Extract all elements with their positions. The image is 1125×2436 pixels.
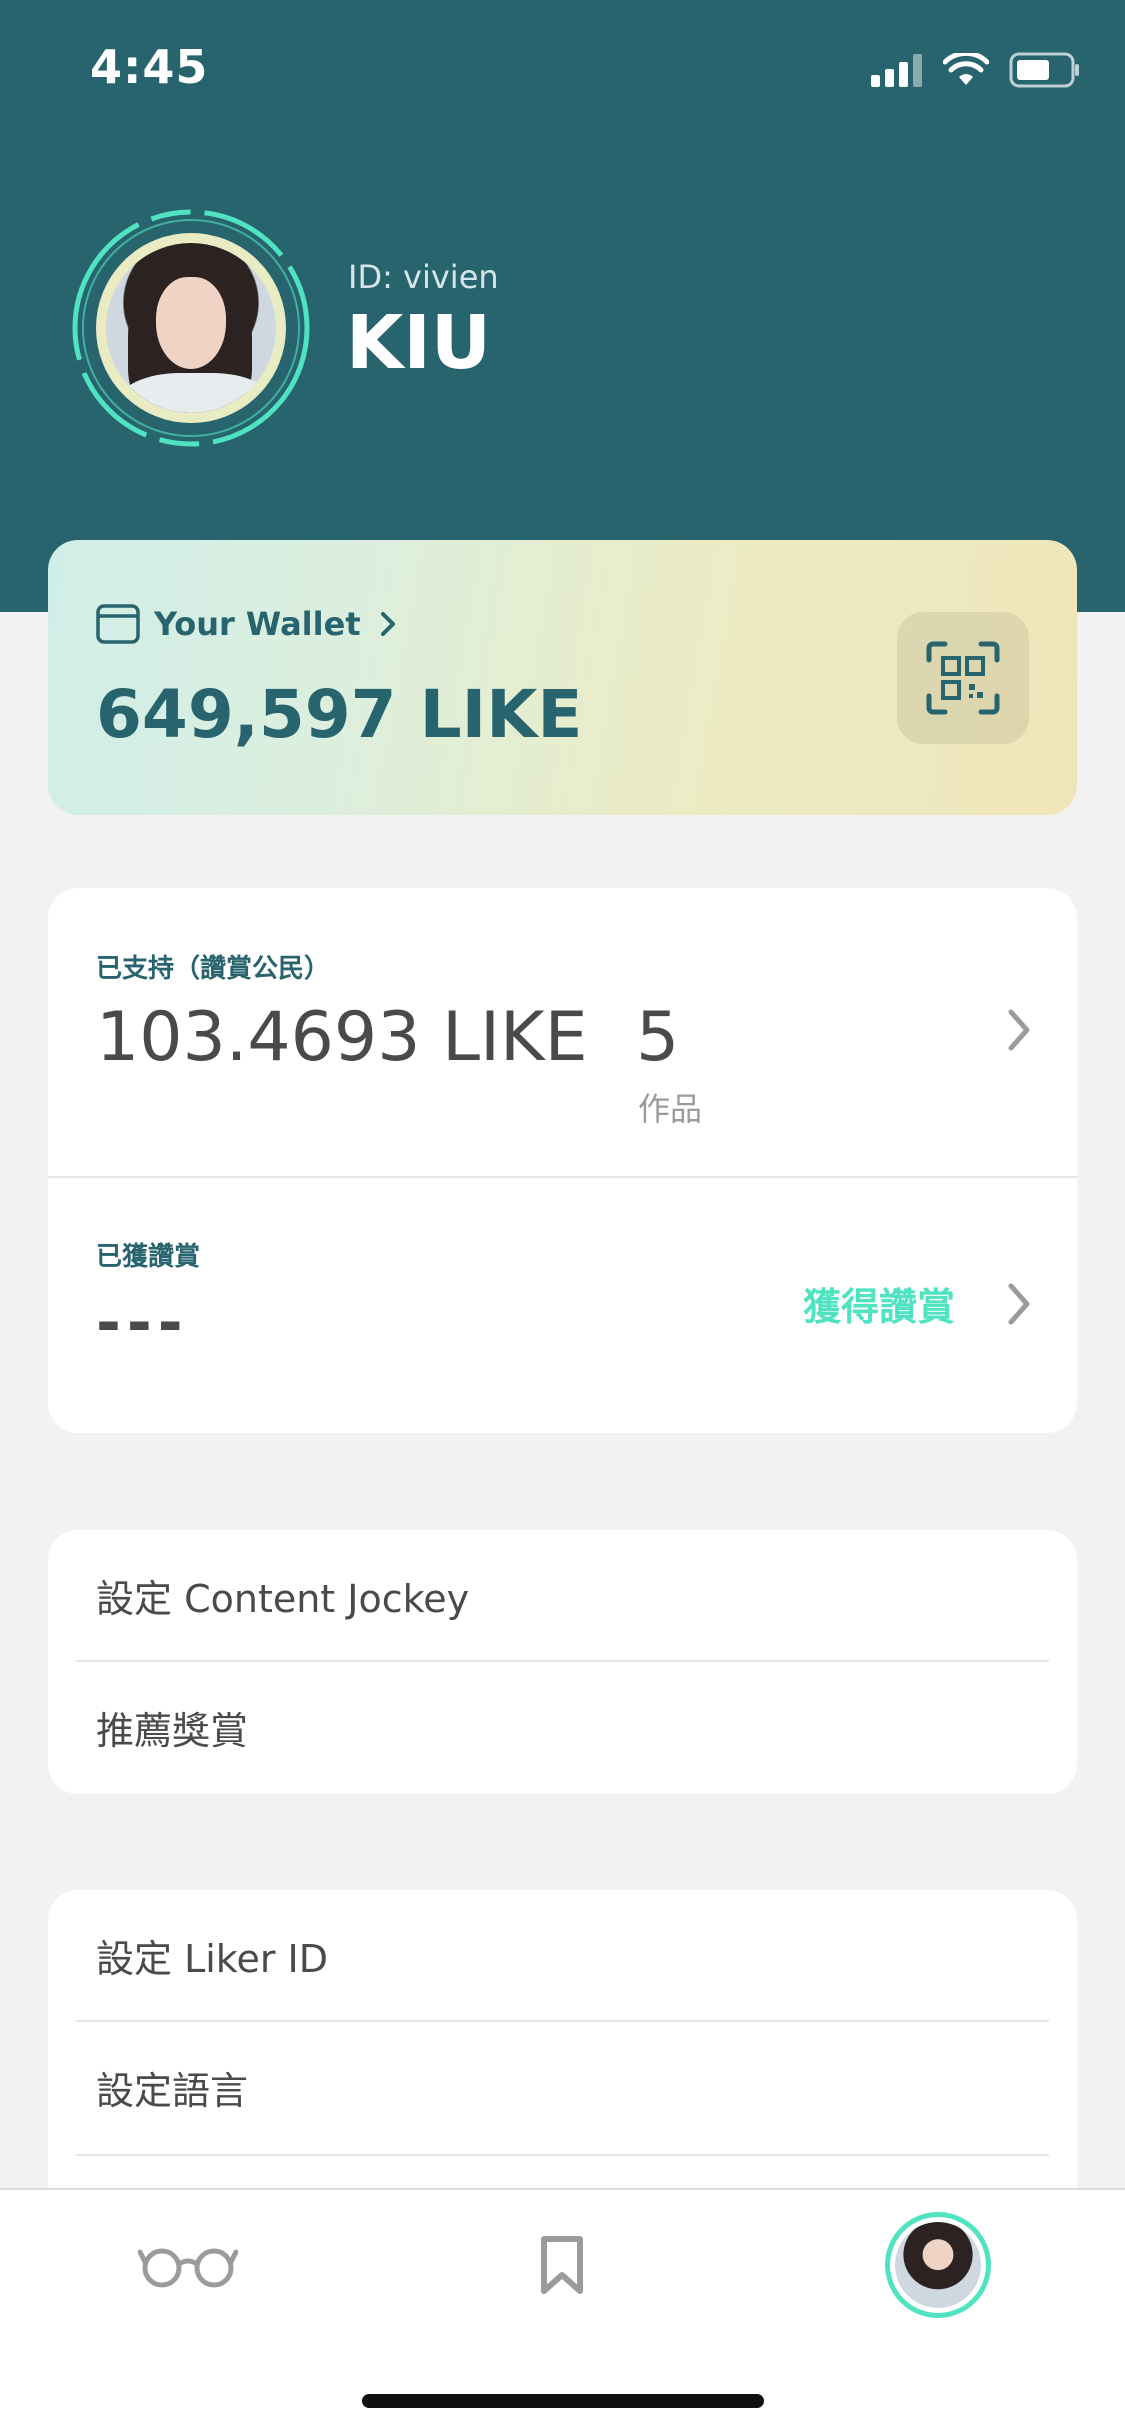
supported-amount: 103.4693 LIKE [96, 998, 588, 1077]
wallet-balance: 649,597 LIKE [96, 676, 583, 753]
status-icons [871, 50, 1081, 90]
wifi-icon [943, 53, 989, 85]
earn-likes-link[interactable]: 獲得讚賞 [803, 1276, 955, 1331]
profile-avatar [885, 2212, 991, 2318]
works-count: 5 [636, 998, 680, 1077]
reading-glasses-icon [138, 2248, 238, 2288]
battery-icon [1009, 52, 1079, 88]
user-display-name: KIU [346, 300, 491, 386]
menu-item-content-jockey[interactable]: 設定 Content Jockey [48, 1530, 1077, 1660]
works-label: 作品 [638, 1090, 703, 1128]
supported-label: 已支持（讚賞公民） [96, 954, 331, 984]
status-time: 4:45 [90, 40, 209, 94]
received-label: 已獲讚賞 [96, 1242, 201, 1272]
tab-bookmarks[interactable] [462, 2190, 662, 2340]
user-id: ID: vivien [348, 258, 499, 296]
avatar-photo [96, 233, 286, 423]
chevron-right-icon [380, 612, 395, 636]
signal-icon [871, 54, 922, 87]
menu-item-referral-reward[interactable]: 推薦獎賞 [48, 1662, 1077, 1792]
wallet-label: Your Wallet [154, 605, 361, 643]
profile-avatar[interactable] [68, 205, 314, 451]
like-stats-card: 已支持（讚賞公民） 103.4693 LIKE 5 作品 已獲讚賞 --- 獲得… [48, 888, 1077, 1433]
qr-scan-button[interactable] [897, 612, 1029, 744]
received-value: --- [96, 1288, 189, 1358]
wallet-card[interactable]: Your Wallet 649,597 LIKE [48, 540, 1077, 815]
menu-item-liker-id[interactable]: 設定 Liker ID [48, 1890, 1077, 2020]
supported-section[interactable]: 已支持（讚賞公民） 103.4693 LIKE 5 作品 [48, 888, 1077, 1178]
card-divider [48, 1176, 1077, 1178]
chevron-right-icon[interactable] [1003, 1280, 1033, 1328]
settings-group-1: 設定 Content Jockey 推薦獎賞 [48, 1530, 1077, 1794]
bookmark-icon [541, 2236, 583, 2294]
home-indicator [362, 2394, 764, 2408]
chevron-right-icon [1008, 1009, 1030, 1051]
menu-item-language[interactable]: 設定語言 [48, 2022, 1077, 2152]
wallet-icon [96, 604, 140, 644]
tab-profile[interactable] [838, 2190, 1038, 2340]
tab-reading[interactable] [88, 2190, 288, 2340]
wallet-link[interactable]: Your Wallet [96, 602, 401, 646]
menu-divider [76, 2154, 1049, 2156]
qr-scan-icon [926, 641, 1000, 715]
